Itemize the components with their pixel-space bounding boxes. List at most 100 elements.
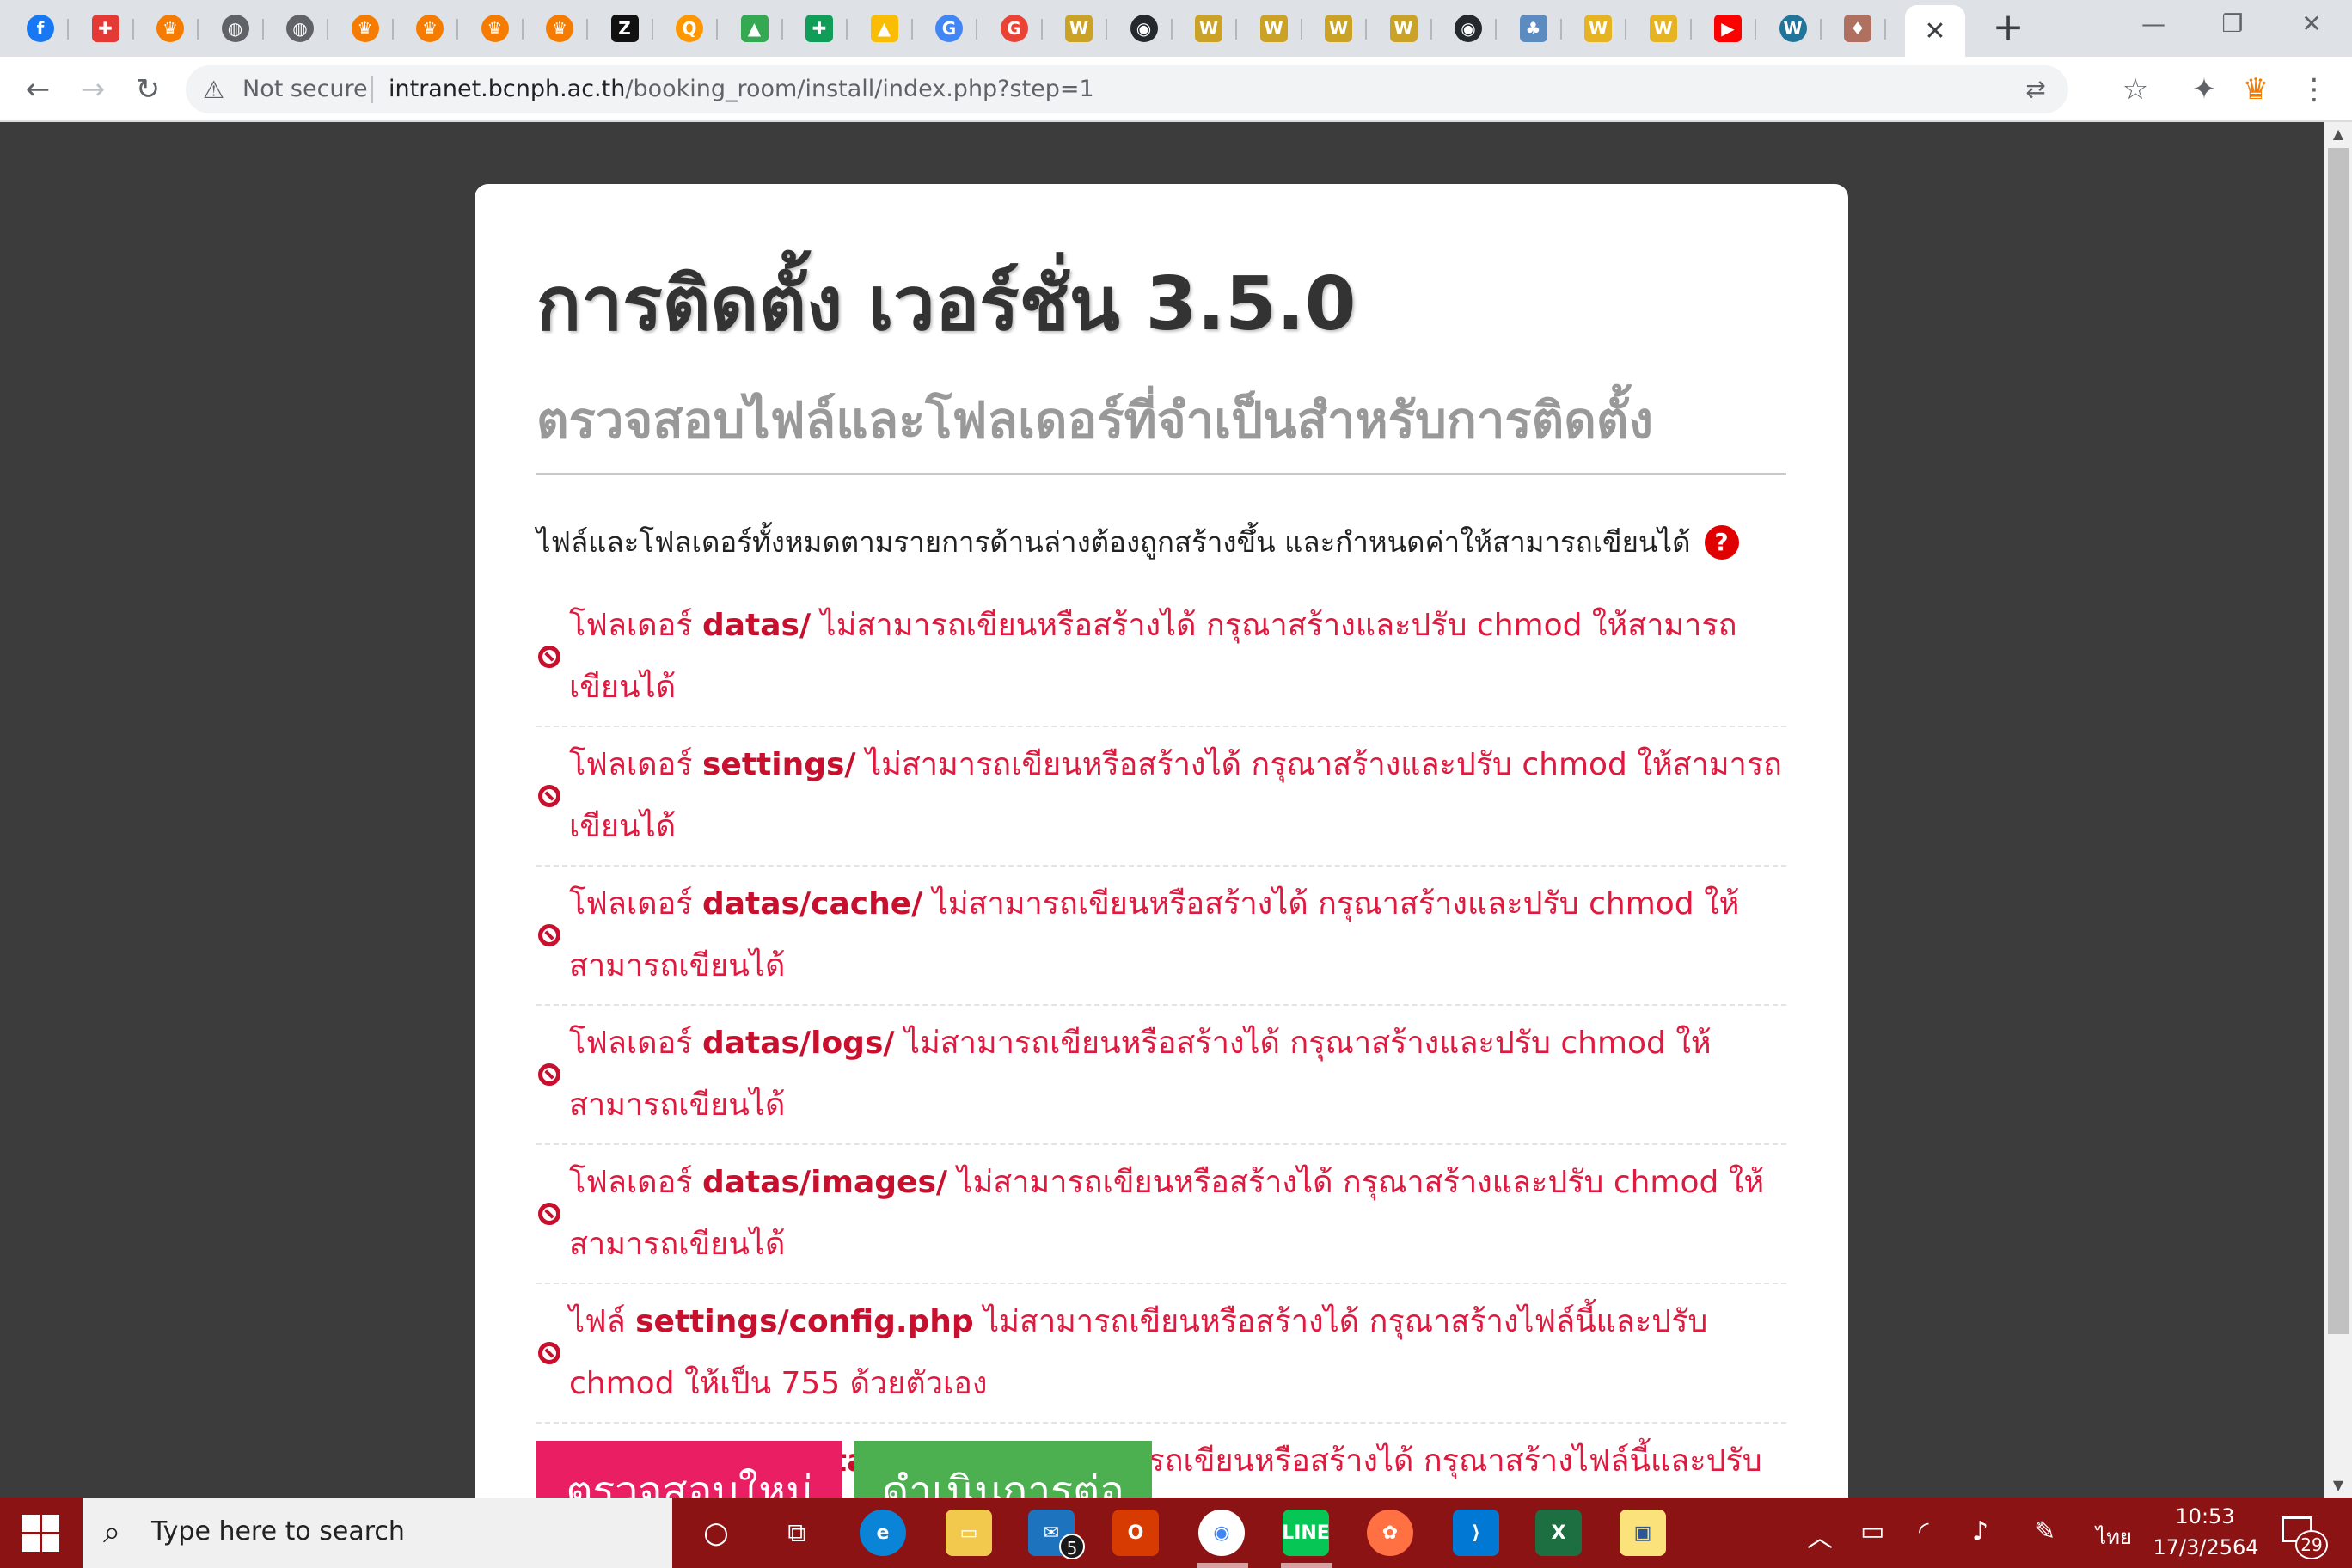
search-icon: ⌕ [103, 1515, 121, 1550]
chrome-running-indicator [1197, 1563, 1248, 1568]
pen-icon[interactable]: ✎ [2034, 1516, 2055, 1547]
line-icon[interactable]: LINE [1282, 1510, 1330, 1556]
browser-tab[interactable]: ◉ [1116, 7, 1173, 50]
browser-tab[interactable]: ♛ [401, 7, 458, 50]
github-icon: ◉ [1130, 15, 1158, 42]
check-path: settings/ [701, 747, 856, 782]
clock-time[interactable]: 10:53 [2158, 1504, 2252, 1528]
browser-menu-icon[interactable]: ⋮ [2295, 70, 2333, 108]
translate-icon[interactable]: ⇄ [2017, 70, 2055, 108]
check-item: โฟลเดอร์ settings/ ไม่สามารถเขียนหรือสร้… [536, 727, 1786, 867]
excel-icon[interactable]: X [1535, 1510, 1582, 1556]
tab-separator [1884, 19, 1886, 40]
address-bar[interactable]: ⚠ Not secure intranet.bcnph.ac.th/bookin… [186, 65, 2068, 113]
check-item: โฟลเดอร์ datas/ ไม่สามารถเขียนหรือสร้างไ… [536, 588, 1786, 727]
browser-tab[interactable]: ♛ [531, 7, 588, 50]
tab-separator [716, 19, 718, 40]
close-window-button[interactable]: ✕ [2273, 3, 2350, 45]
browser-tab[interactable]: W [1570, 7, 1626, 50]
browser-tab[interactable]: f [12, 7, 69, 50]
minimize-button[interactable]: — [2115, 3, 2192, 45]
taskbar-search[interactable]: ⌕ Type here to search [83, 1498, 672, 1568]
tab-separator [1625, 19, 1626, 40]
browser-tab[interactable]: Q [661, 7, 718, 50]
language-indicator[interactable]: ไทย [2096, 1520, 2132, 1553]
browser-tab[interactable]: ▲ [856, 7, 913, 50]
wsr-icon: W [1259, 15, 1288, 42]
new-tab-button[interactable]: + [1989, 9, 2027, 46]
red-cross-icon: ✚ [91, 15, 119, 42]
reload-button[interactable]: ↻ [127, 69, 168, 110]
forward-button[interactable]: → [72, 69, 113, 110]
scroll-down-arrow-icon[interactable]: ▼ [2324, 1473, 2352, 1498]
browser-tab[interactable]: ♛ [467, 7, 524, 50]
tab-separator [910, 19, 913, 40]
browser-tab[interactable]: ✚ [77, 7, 134, 50]
install-card: การติดตั้ง เวอร์ชั่น 3.5.0 ตรวจสอบไฟล์แล… [475, 184, 1848, 1498]
notification-center-button[interactable]: 29 [2275, 1511, 2328, 1559]
browser-tab[interactable]: ✚ [791, 7, 848, 50]
tab-separator [586, 19, 588, 40]
office-icon[interactable]: O [1112, 1510, 1159, 1556]
browser-tab[interactable]: W [1246, 7, 1302, 50]
color-app-icon[interactable]: ✿ [1367, 1510, 1413, 1556]
restore-button[interactable]: ❐ [2194, 3, 2271, 45]
check-item: โฟลเดอร์ datas/cache/ ไม่สามารถเขียนหรือ… [536, 867, 1786, 1006]
browser-tab[interactable]: ◉ [1440, 7, 1497, 50]
clock-date[interactable]: 17/3/2564 [2146, 1535, 2266, 1559]
scroll-up-arrow-icon[interactable]: ▲ [2324, 122, 2352, 146]
z-letter-icon: Z [610, 15, 639, 42]
browser-tab[interactable]: ♦ [1829, 7, 1886, 50]
vscode-icon[interactable]: ⟩ [1453, 1510, 1499, 1556]
tab-separator [456, 19, 458, 40]
w-logo-icon: W [1584, 15, 1612, 42]
cortana-icon[interactable]: ○ [693, 1510, 739, 1556]
battery-icon[interactable]: ▭ [1860, 1516, 1884, 1547]
requirements-checklist: โฟลเดอร์ datas/ ไม่สามารถเขียนหรือสร้างไ… [536, 588, 1786, 1498]
divider [536, 473, 1786, 475]
browser-tab[interactable]: ◍ [207, 7, 264, 50]
url-text[interactable]: intranet.bcnph.ac.th/booking_room/instal… [389, 76, 1094, 102]
file-explorer-icon[interactable]: ▭ [946, 1510, 992, 1556]
chrome-icon[interactable]: ◉ [1198, 1510, 1245, 1556]
browser-tab[interactable]: G [986, 7, 1043, 50]
desktop-app-icon[interactable]: ▣ [1620, 1510, 1666, 1556]
wifi-icon[interactable]: ◜ [1919, 1516, 1929, 1547]
browser-tab[interactable]: Z [597, 7, 653, 50]
tray-overflow-icon[interactable]: ︿ [1807, 1516, 1833, 1554]
profile-avatar[interactable]: ♛ [2237, 70, 2275, 108]
security-label[interactable]: Not secure [242, 76, 368, 102]
globe-icon: ◍ [221, 15, 249, 42]
browser-tab[interactable]: W [1375, 7, 1432, 50]
help-icon[interactable]: ? [1704, 525, 1739, 560]
volume-icon[interactable]: ♪ [1972, 1516, 1988, 1547]
browser-tab[interactable]: ◍ [272, 7, 328, 50]
browser-tab[interactable]: ♛ [142, 7, 199, 50]
browser-tab[interactable]: ▶ [1700, 7, 1756, 50]
edge-icon[interactable]: e [860, 1510, 906, 1556]
bookmark-star-icon[interactable]: ☆ [2116, 70, 2154, 108]
tab-separator [781, 19, 783, 40]
recheck-button[interactable]: ตรวจสอบใหม่ [536, 1441, 842, 1498]
browser-tab[interactable]: W [1635, 7, 1692, 50]
url-separator [371, 76, 373, 103]
tab-separator [1040, 19, 1043, 40]
active-tab[interactable]: ✕ [1905, 5, 1965, 57]
browser-tab[interactable]: W [1310, 7, 1367, 50]
extensions-puzzle-icon[interactable]: ✦ [2185, 70, 2223, 108]
close-tab-icon[interactable]: ✕ [1924, 16, 1945, 46]
browser-tab[interactable]: W [1180, 7, 1237, 50]
page-scrollbar[interactable]: ▲ ▼ [2324, 122, 2352, 1498]
task-view-icon[interactable]: ⧉ [774, 1510, 820, 1556]
google-sheets-icon: ✚ [805, 15, 833, 42]
browser-tab[interactable]: ▲ [726, 7, 783, 50]
continue-button[interactable]: ดำเนินการต่อ [854, 1441, 1152, 1498]
browser-tab[interactable]: G [921, 7, 977, 50]
browser-tab[interactable]: ♣ [1505, 7, 1562, 50]
start-button[interactable] [22, 1515, 60, 1553]
browser-tab[interactable]: W [1765, 7, 1822, 50]
back-button[interactable]: ← [17, 69, 58, 110]
browser-tab[interactable]: W [1050, 7, 1107, 50]
browser-tab[interactable]: ♛ [337, 7, 394, 50]
scrollbar-thumb[interactable] [2328, 148, 2349, 1334]
